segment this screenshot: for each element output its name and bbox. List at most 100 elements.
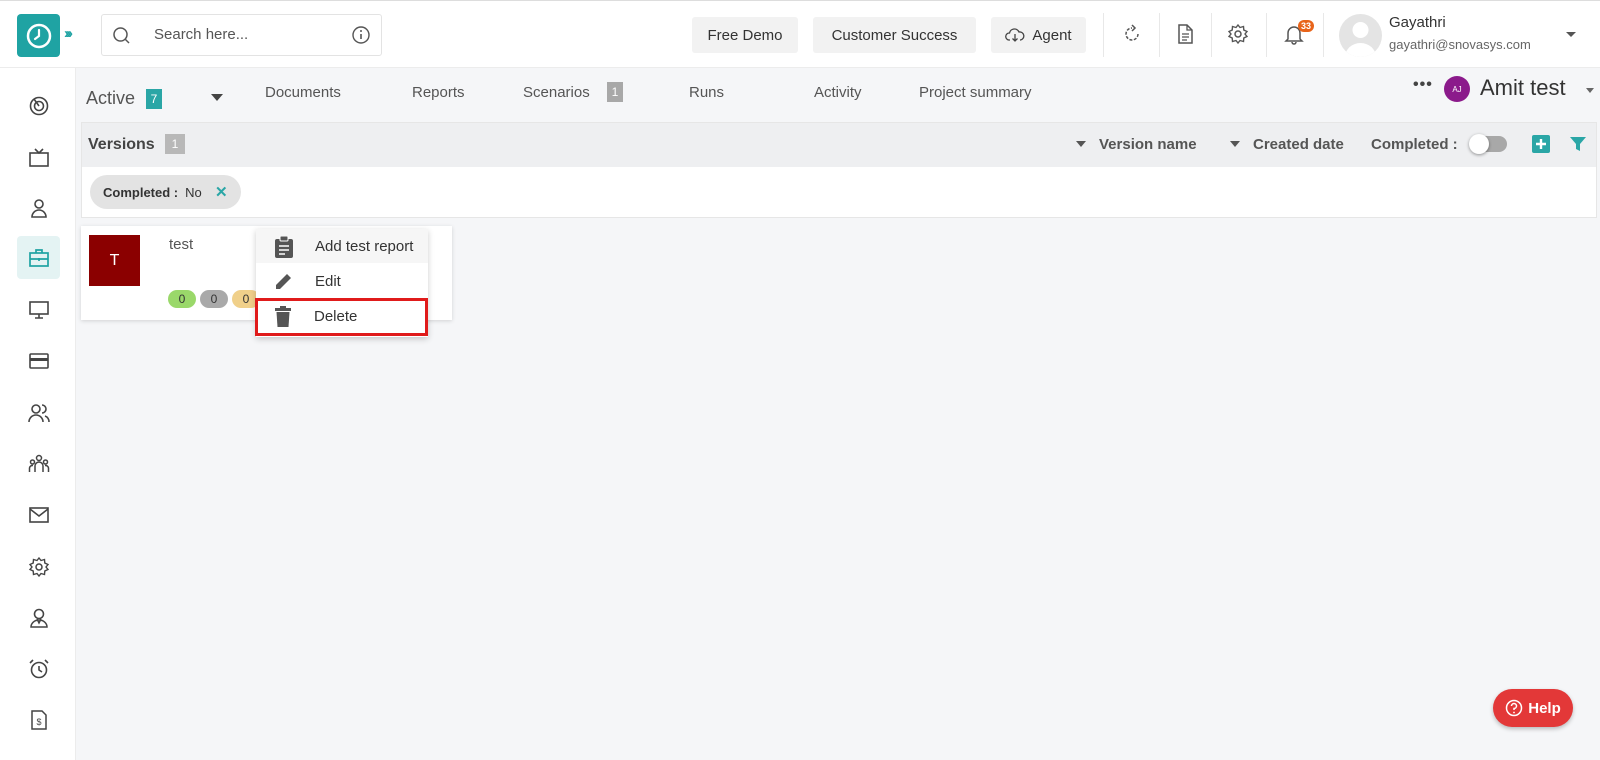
customer-success-button[interactable]: Customer Success — [813, 17, 976, 53]
toggle-knob — [1469, 134, 1489, 154]
svg-text:$: $ — [36, 717, 41, 727]
menu-item-add-test-report[interactable]: Add test report — [256, 229, 428, 263]
cloud-download-icon — [1005, 28, 1025, 42]
alarm-clock-icon — [28, 658, 49, 678]
sidebar-item-invoices[interactable]: $ — [17, 698, 60, 741]
sidebar-item-employee[interactable] — [17, 596, 60, 639]
divider — [1159, 13, 1160, 57]
sidebar-item-users[interactable] — [17, 391, 60, 434]
tab-project-summary[interactable]: Project summary — [919, 84, 1032, 101]
completed-label: Completed : — [1371, 136, 1458, 153]
sidebar-item-monitor[interactable] — [17, 288, 60, 331]
menu-label: Edit — [315, 273, 341, 290]
user-icon — [30, 198, 47, 218]
active-count-badge: 7 — [146, 89, 162, 109]
document-icon[interactable] — [1174, 23, 1196, 45]
tv-icon — [28, 147, 49, 167]
help-button[interactable]: Help — [1493, 689, 1573, 727]
info-icon[interactable] — [351, 25, 371, 45]
target-icon — [29, 96, 48, 115]
app-logo[interactable] — [17, 14, 60, 57]
search-box — [101, 14, 382, 56]
divider — [1323, 13, 1324, 57]
created-date-sort-icon[interactable] — [1230, 141, 1240, 147]
completed-toggle[interactable] — [1469, 134, 1507, 154]
briefcase-icon — [28, 248, 49, 267]
remove-filter-icon[interactable]: ✕ — [215, 183, 228, 201]
tab-reports[interactable]: Reports — [412, 84, 465, 101]
notification-count-badge: 33 — [1298, 20, 1315, 32]
sidebar: $ — [0, 68, 76, 760]
divider — [1211, 13, 1212, 57]
active-dropdown-caret-icon[interactable] — [211, 94, 223, 101]
expand-sidebar-icon[interactable]: ››› — [64, 25, 73, 42]
pencil-icon — [276, 274, 291, 289]
chip-value: No — [185, 184, 202, 200]
mail-icon — [28, 506, 49, 523]
user-email: gayathri@snovasys.com — [1389, 37, 1531, 52]
credit-card-icon — [28, 352, 49, 369]
employee-icon — [29, 608, 48, 628]
help-icon — [1505, 699, 1523, 717]
invoice-icon: $ — [30, 709, 47, 730]
agent-label: Agent — [1032, 26, 1072, 44]
versions-count-badge: 1 — [165, 134, 185, 154]
user-name: Gayathri — [1389, 14, 1446, 31]
active-filter-label[interactable]: Active — [86, 88, 135, 109]
chip-label: Completed : — [103, 184, 179, 200]
gear-icon — [28, 556, 49, 577]
filter-icon[interactable] — [1569, 135, 1587, 153]
project-avatar: AJ — [1444, 76, 1470, 102]
more-options-icon[interactable]: ••• — [1413, 76, 1433, 94]
team-icon — [28, 454, 49, 472]
version-title[interactable]: test — [169, 236, 193, 253]
sidebar-item-mail[interactable] — [17, 493, 60, 536]
tab-runs[interactable]: Runs — [689, 84, 724, 101]
avatar[interactable] — [1339, 14, 1382, 57]
untested-count-pill: 0 — [200, 290, 228, 308]
versions-panel: Versions 1 Version name Created date Com… — [81, 122, 1597, 218]
user-menu-caret-icon[interactable] — [1566, 32, 1576, 37]
tab-activity[interactable]: Activity — [814, 84, 862, 101]
passed-count-pill: 0 — [168, 290, 196, 308]
sidebar-item-profile[interactable] — [17, 186, 60, 229]
sidebar-item-dashboard[interactable] — [17, 84, 60, 127]
sidebar-item-settings[interactable] — [17, 545, 60, 588]
tab-documents[interactable]: Documents — [265, 84, 341, 101]
add-version-icon[interactable] — [1532, 135, 1550, 153]
menu-item-edit[interactable]: Edit — [256, 264, 428, 298]
sidebar-item-team[interactable] — [17, 442, 60, 485]
top-bar: ››› Free Demo Customer Success Agent — [0, 0, 1600, 68]
user-avatar-icon — [1345, 22, 1376, 57]
sort-created-date[interactable]: Created date — [1253, 136, 1344, 153]
search-input[interactable] — [154, 26, 334, 43]
version-thumbnail: T — [89, 235, 140, 286]
sidebar-item-projects[interactable] — [17, 236, 60, 279]
versions-title: Versions — [88, 136, 155, 153]
monitor-icon — [28, 300, 49, 319]
free-demo-button[interactable]: Free Demo — [692, 17, 798, 53]
scenarios-count-badge: 1 — [607, 82, 623, 102]
project-dropdown-caret-icon[interactable] — [1586, 88, 1594, 93]
search-icon — [113, 27, 130, 44]
menu-label: Delete — [314, 308, 358, 325]
tab-scenarios[interactable]: Scenarios — [523, 84, 590, 101]
version-name-sort-icon[interactable] — [1076, 141, 1086, 147]
sidebar-item-alarm[interactable] — [17, 647, 60, 690]
users-icon — [27, 403, 50, 422]
refresh-icon[interactable] — [1121, 23, 1143, 45]
clipboard-icon — [275, 236, 293, 258]
menu-item-delete[interactable]: Delete — [255, 298, 428, 336]
versions-header: Versions 1 Version name Created date Com… — [82, 123, 1596, 167]
sort-version-name[interactable]: Version name — [1099, 136, 1197, 153]
sidebar-item-tv[interactable] — [17, 136, 60, 179]
settings-icon[interactable] — [1227, 23, 1249, 45]
divider — [1103, 13, 1104, 57]
clock-logo-icon — [26, 23, 51, 48]
project-name[interactable]: Amit test — [1480, 75, 1566, 101]
agent-button[interactable]: Agent — [991, 17, 1086, 53]
sidebar-item-billing[interactable] — [17, 339, 60, 382]
menu-label: Add test report — [315, 238, 414, 255]
help-label: Help — [1528, 699, 1561, 717]
filter-chip-completed: Completed : No ✕ — [90, 175, 241, 209]
